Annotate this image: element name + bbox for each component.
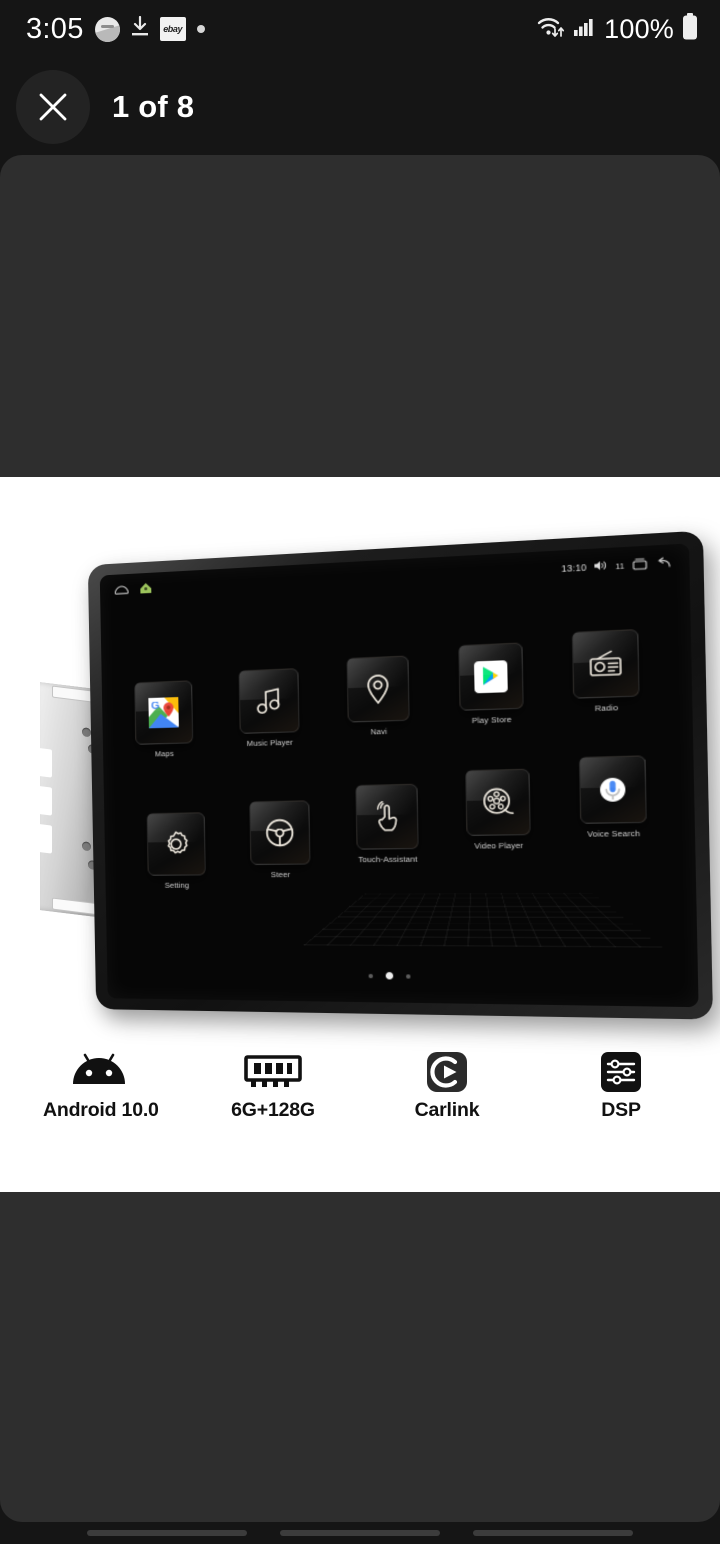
nav-home-button[interactable]	[279, 1530, 440, 1536]
cloud-icon	[115, 582, 129, 601]
download-icon	[131, 15, 149, 43]
image-viewer-header: 1 of 8	[0, 58, 720, 155]
app-tile	[578, 755, 647, 824]
app-label: Steer	[270, 869, 291, 880]
feature-dsp: DSP	[565, 1047, 677, 1122]
clock: 3:05	[26, 12, 84, 45]
microphone-icon	[599, 777, 626, 806]
phone-status-bar: 3:05 ebay 100%	[0, 0, 720, 58]
app-tile	[571, 629, 640, 699]
steering-wheel-icon	[264, 817, 296, 848]
device-screen[interactable]: 13:10 11 G Maps Music Player Navi Play S…	[99, 543, 699, 1008]
app-video-player[interactable]: Video Player	[462, 768, 535, 851]
system-navigation-bar	[0, 1522, 720, 1544]
volume-icon	[594, 560, 608, 574]
app-touch-assistant[interactable]: Touch-Assistant	[352, 783, 422, 865]
gear-icon	[161, 829, 192, 860]
app-label: Music Player	[246, 737, 293, 749]
app-maps[interactable]: G Maps	[131, 680, 196, 759]
app-tile	[249, 800, 311, 865]
product-image[interactable]: 13:10 11 G Maps Music Player Navi Play S…	[0, 477, 720, 1192]
app-tile	[458, 642, 524, 711]
carlink-play-icon	[391, 1047, 503, 1097]
home-icon	[139, 581, 152, 600]
volume-level: 11	[615, 560, 625, 571]
page-dot-active[interactable]	[385, 972, 393, 980]
feature-badges: Android 10.0 6G+128G Carlink DSP	[0, 1047, 720, 1139]
android-robot-icon	[43, 1047, 155, 1097]
device-clock: 13:10	[561, 561, 587, 575]
feature-memory: 6G+128G	[217, 1047, 329, 1122]
app-label: Navi	[370, 726, 388, 737]
app-label: Voice Search	[587, 828, 641, 839]
back-icon	[655, 556, 670, 571]
app-music-player[interactable]: Music Player	[235, 668, 303, 748]
app-radio[interactable]: Radio	[568, 629, 643, 714]
app-tile	[146, 812, 206, 876]
feature-label: Android 10.0	[43, 1099, 159, 1121]
equalizer-sliders-icon	[565, 1047, 677, 1097]
app-play-store[interactable]: Play Store	[455, 642, 527, 725]
close-icon	[39, 93, 67, 120]
feature-android: Android 10.0	[43, 1047, 159, 1122]
screen-bezel: 13:10 11 G Maps Music Player Navi Play S…	[87, 530, 714, 1020]
app-navi[interactable]: Navi	[343, 655, 413, 737]
app-label: Maps	[154, 748, 174, 759]
app-tile	[238, 668, 300, 734]
app-label: Setting	[164, 880, 190, 890]
radio-icon	[588, 649, 623, 678]
location-pin-icon	[364, 673, 392, 705]
car-stereo-device: 13:10 11 G Maps Music Player Navi Play S…	[38, 530, 714, 1025]
feature-carlink: Carlink	[391, 1047, 503, 1122]
app-tile	[346, 655, 410, 723]
app-label: Radio	[594, 702, 619, 714]
feature-label: DSP	[601, 1099, 641, 1121]
feature-label: Carlink	[414, 1099, 480, 1121]
app-label: Video Player	[474, 840, 524, 851]
app-tile	[355, 783, 419, 850]
app-tile: G	[134, 680, 194, 745]
app-setting[interactable]: Setting	[144, 812, 210, 890]
page-dot[interactable]	[405, 973, 410, 979]
status-bar-right: 100%	[536, 13, 698, 45]
notification-dot-icon	[196, 25, 205, 33]
svg-text:G: G	[151, 700, 160, 713]
close-button[interactable]	[16, 69, 90, 144]
battery-icon	[682, 13, 698, 45]
feature-label: 6G+128G	[231, 1099, 315, 1121]
film-reel-icon	[481, 786, 515, 819]
status-bar-left: 3:05 ebay	[26, 13, 205, 46]
nav-back-button[interactable]	[473, 1530, 634, 1536]
ebay-app-icon: ebay	[159, 17, 186, 41]
google-play-icon	[473, 660, 508, 694]
recents-icon	[632, 557, 647, 572]
app-voice-search[interactable]: Voice Search	[575, 755, 650, 839]
memory-chip-icon	[217, 1047, 329, 1097]
message-circle-icon	[94, 16, 120, 42]
battery-percent-label: 100%	[604, 13, 674, 44]
image-counter: 1 of 8	[112, 88, 195, 124]
app-steer[interactable]: Steer	[246, 800, 314, 879]
touch-hand-icon	[373, 801, 401, 833]
app-label: Play Store	[471, 714, 512, 726]
image-viewer-panel[interactable]: 13:10 11 G Maps Music Player Navi Play S…	[0, 155, 720, 1522]
wifi-icon	[536, 14, 566, 44]
app-tile	[465, 768, 531, 836]
google-maps-icon: G	[148, 697, 179, 729]
app-grid: G Maps Music Player Navi Play Store Radi…	[100, 543, 699, 1007]
nav-recents-button[interactable]	[86, 1530, 247, 1536]
cellular-signal-icon	[574, 17, 596, 42]
music-note-icon	[254, 686, 283, 716]
app-label: Touch-Assistant	[358, 854, 418, 865]
page-dot[interactable]	[368, 973, 373, 978]
